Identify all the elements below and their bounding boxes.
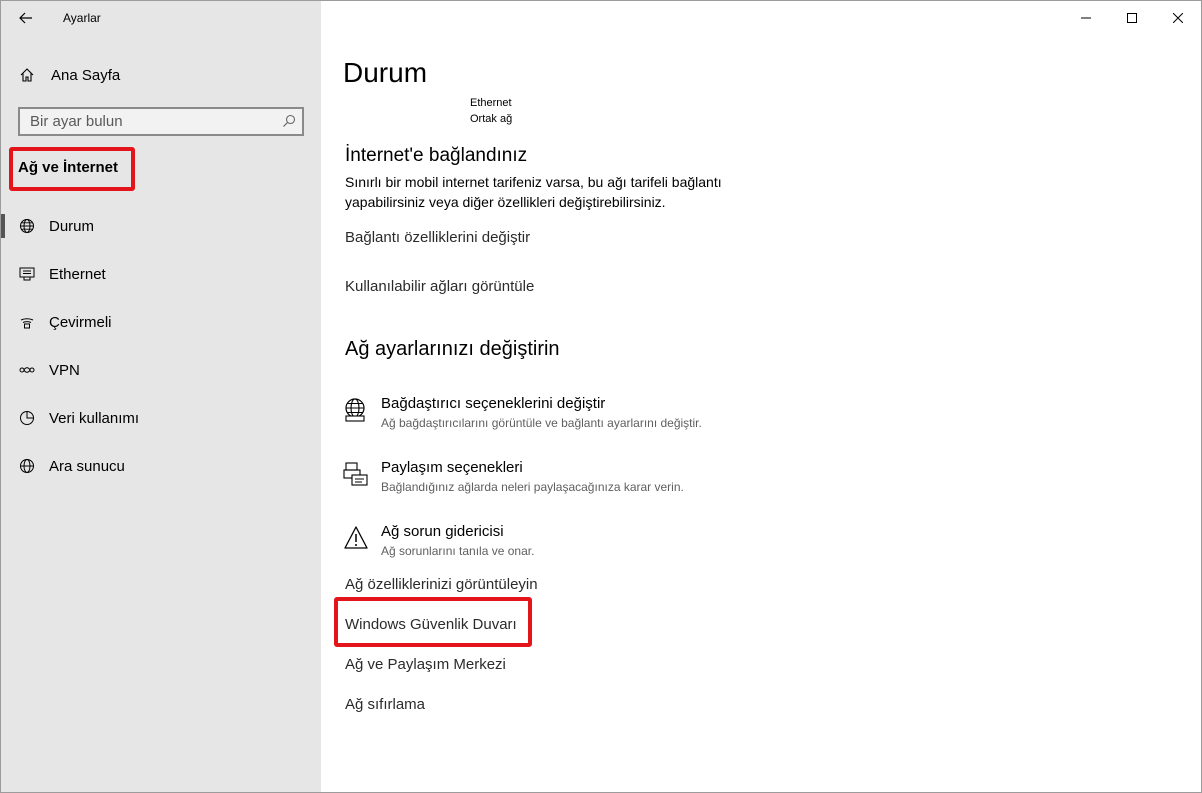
sidebar-item-home[interactable]: Ana Sayfa — [1, 53, 321, 97]
warning-icon — [344, 526, 368, 549]
back-button[interactable] — [9, 3, 43, 33]
search-icon[interactable] — [282, 114, 296, 128]
dialup-icon — [18, 313, 36, 331]
close-icon — [1173, 13, 1183, 23]
sidebar-item-vpn[interactable]: VPN — [1, 348, 321, 392]
sidebar-item-label: Durum — [49, 217, 95, 235]
section-label: Ağ ve İnternet — [18, 159, 119, 176]
connection-description: Sınırlı bir mobil internet tarifeniz var… — [345, 174, 722, 210]
globe-network-icon — [18, 217, 36, 235]
sidebar-item-label: Ana Sayfa — [51, 66, 121, 84]
option-title: Paylaşım seçenekleri — [381, 459, 523, 476]
network-type: Ortak ağ — [470, 113, 513, 125]
page-title: Durum — [343, 57, 428, 88]
sidebar-item-veri-kullanimi[interactable]: Veri kullanımı — [1, 396, 321, 440]
option-description: Bağlandığınız ağlarda neleri paylaşacağı… — [381, 480, 684, 494]
option-description: Ağ bağdaştırıcılarını görüntüle ve bağla… — [381, 416, 702, 430]
sidebar-item-ethernet[interactable]: Ethernet — [1, 252, 321, 296]
option-title: Ağ sorun gidericisi — [381, 523, 504, 540]
adapter-globe-icon — [345, 398, 365, 422]
data-usage-icon — [18, 409, 36, 427]
home-icon — [18, 66, 36, 84]
sidebar-item-label: Çevirmeli — [49, 313, 112, 331]
vpn-icon — [18, 361, 36, 379]
link-network-reset[interactable]: Ağ sıfırlama — [345, 696, 425, 713]
main-content: Durum Ethernet Ortak ağ İnternet'e bağla… — [321, 1, 1201, 792]
option-troubleshooter[interactable]: Ağ sorun gidericisi Ağ sorunlarını tanıl… — [343, 523, 943, 567]
network-name: Ethernet — [470, 97, 512, 109]
minimize-button[interactable] — [1063, 1, 1109, 35]
sidebar: Ayarlar Ana Sayfa Ağ ve İnternet Durum — [1, 1, 321, 792]
change-settings-heading: Ağ ayarlarınızı değiştirin — [345, 338, 560, 360]
sidebar-item-ara-sunucu[interactable]: Ara sunucu — [1, 444, 321, 488]
link-change-connection-properties[interactable]: Bağlantı özelliklerini değiştir — [345, 229, 530, 246]
sidebar-item-label: Ara sunucu — [49, 457, 125, 475]
option-sharing[interactable]: Paylaşım seçenekleri Bağlandığınız ağlar… — [343, 459, 943, 503]
app-title: Ayarlar — [63, 11, 101, 25]
link-view-available-networks[interactable]: Kullanılabilir ağları görüntüle — [345, 278, 534, 295]
selected-indicator — [1, 214, 5, 238]
connection-status-title: İnternet'e bağlandınız — [345, 145, 528, 166]
link-view-network-properties[interactable]: Ağ özelliklerinizi görüntüleyin — [345, 576, 538, 593]
search-box[interactable] — [18, 107, 304, 136]
option-adapter-settings[interactable]: Bağdaştırıcı seçeneklerini değiştir Ağ b… — [343, 395, 943, 439]
maximize-icon — [1127, 13, 1137, 23]
window-controls — [1063, 1, 1201, 35]
sidebar-item-label: Veri kullanımı — [49, 409, 140, 427]
option-description: Ağ sorunlarını tanıla ve onar. — [381, 544, 535, 558]
sidebar-item-cevirmeli[interactable]: Çevirmeli — [1, 300, 321, 344]
sidebar-item-label: VPN — [49, 361, 80, 379]
sidebar-item-label: Ethernet — [49, 265, 106, 283]
close-button[interactable] — [1155, 1, 1201, 35]
sidebar-item-durum[interactable]: Durum — [1, 204, 321, 248]
option-title: Bağdaştırıcı seçeneklerini değiştir — [381, 395, 606, 412]
ethernet-icon — [18, 265, 36, 283]
maximize-button[interactable] — [1109, 1, 1155, 35]
search-input[interactable] — [20, 109, 280, 134]
settings-window: Ayarlar Ana Sayfa Ağ ve İnternet Durum — [0, 0, 1202, 793]
back-arrow-icon — [19, 12, 32, 24]
proxy-globe-icon — [18, 457, 36, 475]
minimize-icon — [1081, 17, 1091, 19]
firewall-highlight-box — [334, 597, 532, 647]
link-network-sharing-center[interactable]: Ağ ve Paylaşım Merkezi — [345, 656, 506, 673]
sharing-printer-icon — [343, 462, 368, 486]
